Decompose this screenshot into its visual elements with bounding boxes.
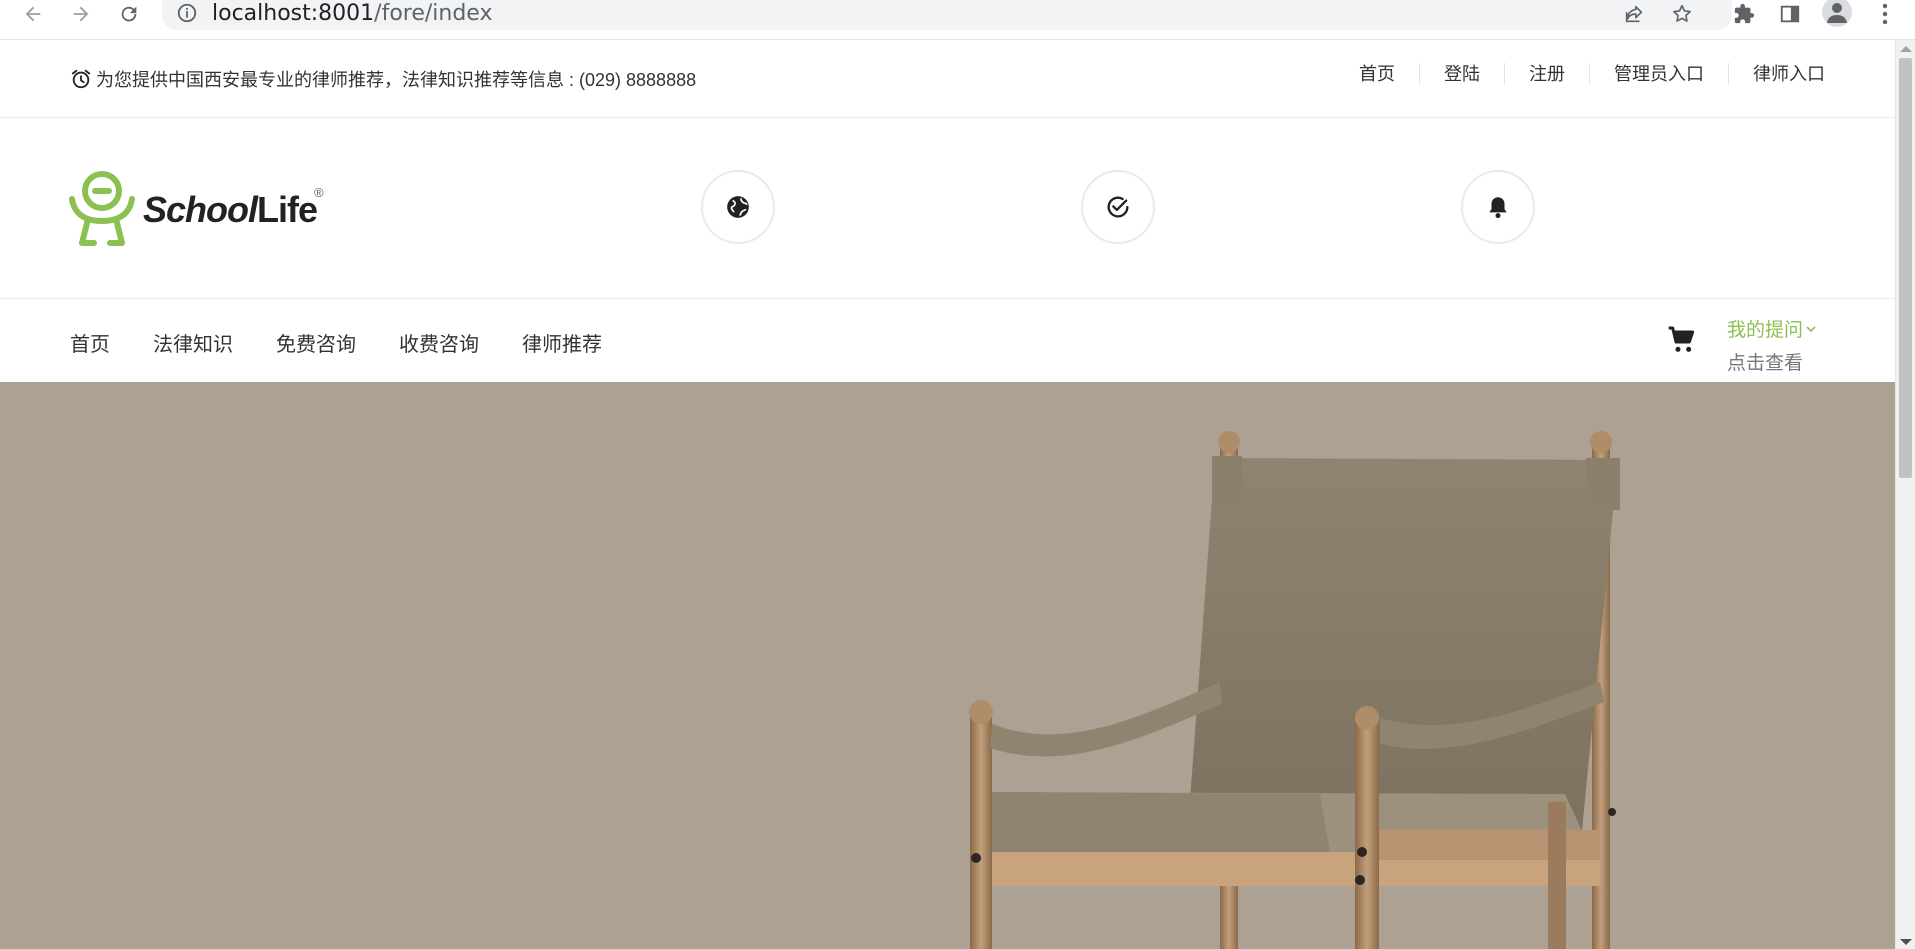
top-link-home[interactable]: 首页 [1335, 63, 1419, 85]
page: 为您提供中国西安最专业的律师推荐，法律知识推荐等信息 : (029) 88888… [0, 41, 1895, 949]
forward-button[interactable] [64, 0, 98, 28]
view-link[interactable]: 点击查看 [1727, 348, 1817, 375]
nav-lawyer-recommend[interactable]: 律师推荐 [522, 328, 602, 357]
cart-icon [1668, 326, 1695, 352]
top-link-admin[interactable]: 管理员入口 [1589, 63, 1728, 85]
nav-free-consult[interactable]: 免费咨询 [276, 328, 356, 357]
nav-home[interactable]: 首页 [70, 328, 110, 357]
scroll-down-arrow-icon[interactable] [1900, 939, 1912, 945]
top-info-bar: 为您提供中国西安最专业的律师推荐，法律知识推荐等信息 : (029) 88888… [0, 41, 1895, 118]
top-links: 首页 登陆 注册 管理员入口 律师入口 [1335, 63, 1825, 85]
bookmark-star-icon[interactable] [1666, 0, 1698, 28]
contact-notice-text: 为您提供中国西安最专业的律师推荐，法律知识推荐等信息 : (029) 88888… [96, 70, 697, 90]
bell-icon [1489, 197, 1507, 219]
top-link-lawyer[interactable]: 律师入口 [1728, 63, 1825, 85]
check-feature-button[interactable] [1081, 170, 1155, 244]
main-navigation: 首页 法律知识 免费咨询 收费咨询 律师推荐 我的提问 点击查看 [0, 300, 1895, 382]
back-button[interactable] [16, 0, 50, 28]
chair-image [969, 431, 1620, 949]
side-panel-icon[interactable] [1772, 0, 1808, 28]
site-info-icon[interactable] [176, 2, 198, 29]
url-host: localhost:8001 [212, 1, 375, 26]
site-header: SchoolLife ® [0, 119, 1895, 299]
check-circle-icon [1107, 196, 1129, 218]
profile-avatar[interactable] [1819, 0, 1855, 28]
chevron-down-icon [1806, 325, 1816, 332]
logo-mark-icon [69, 171, 135, 246]
logo-registered-mark: ® [314, 185, 324, 200]
top-link-login[interactable]: 登陆 [1419, 63, 1504, 85]
logo-text-life: Life [257, 189, 318, 230]
logo-text-school: School [143, 189, 258, 230]
nav-legal-knowledge[interactable]: 法律知识 [153, 328, 233, 357]
profile-icon [1822, 0, 1852, 27]
my-questions-label: 我的提问 [1727, 320, 1804, 341]
logo-text: SchoolLife [143, 189, 318, 231]
bell-feature-button[interactable] [1461, 170, 1535, 244]
url-text[interactable]: localhost:8001/fore/index [212, 1, 492, 26]
contact-notice: 为您提供中国西安最专业的律师推荐，法律知识推荐等信息 : (029) 88888… [70, 66, 696, 92]
forward-arrow-icon [73, 6, 89, 22]
share-icon[interactable] [1618, 0, 1650, 28]
back-arrow-icon [25, 6, 41, 22]
nav-paid-consult[interactable]: 收费咨询 [399, 328, 479, 357]
browser-toolbar: localhost:8001/fore/index [0, 0, 1915, 40]
hero-banner [0, 382, 1895, 949]
menu-kebab-icon[interactable] [1870, 0, 1900, 28]
main-nav-items: 首页 法律知识 免费咨询 收费咨询 律师推荐 [70, 328, 645, 357]
scroll-up-arrow-icon[interactable] [1900, 46, 1912, 52]
url-path: /fore/index [374, 1, 493, 26]
reload-icon [121, 6, 137, 22]
my-questions-menu[interactable]: 我的提问 点击查看 [1727, 315, 1817, 375]
my-questions-label-row[interactable]: 我的提问 [1727, 315, 1817, 342]
top-link-register[interactable]: 注册 [1504, 63, 1589, 85]
alarm-clock-icon [71, 69, 91, 89]
reload-button[interactable] [112, 0, 146, 28]
page-scrollbar[interactable] [1895, 40, 1915, 949]
site-logo[interactable]: SchoolLife ® [68, 169, 328, 249]
extensions-icon[interactable] [1726, 0, 1762, 28]
cart-button[interactable] [1666, 324, 1698, 361]
globe-feature-button[interactable] [701, 170, 775, 244]
scrollbar-thumb[interactable] [1899, 58, 1912, 478]
globe-icon [727, 196, 749, 218]
address-bar[interactable]: localhost:8001/fore/index [162, 0, 1732, 30]
